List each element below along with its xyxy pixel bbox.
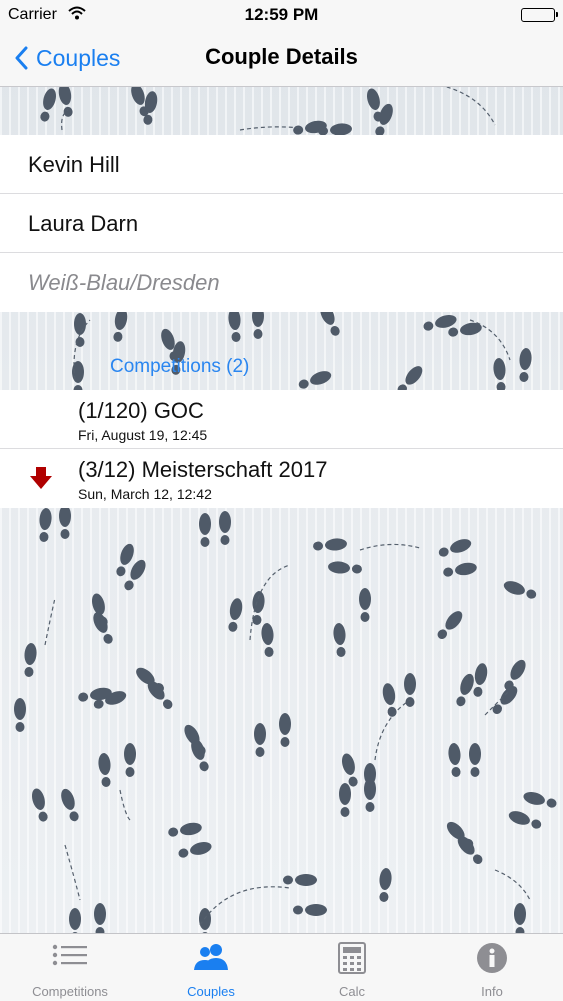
footprint-shape (519, 348, 532, 382)
footprint-shape (404, 673, 416, 707)
footprint-shape (364, 778, 376, 812)
footprint-shape (94, 903, 106, 937)
footprint-shape (457, 836, 483, 864)
partner2-cell: Laura Darn (0, 194, 563, 253)
footprint-shape (283, 874, 317, 886)
competition-date: Fri, August 19, 12:45 (78, 427, 208, 443)
footprint-shape (254, 723, 266, 757)
dance-path-line (359, 543, 421, 551)
footprint-shape (74, 313, 86, 347)
footprint-shape (456, 673, 474, 707)
footprint-shape (437, 611, 463, 639)
competition-date: Sun, March 12, 12:42 (78, 486, 212, 502)
club-cell: Weiß-Blau/Dresden (0, 253, 563, 312)
footprint-shape (93, 612, 113, 644)
dance-path-line (64, 844, 81, 901)
competition-row[interactable]: (1/120) GOC Fri, August 19, 12:45 (0, 390, 563, 449)
footprint-shape (279, 713, 291, 747)
dance-path-line (239, 126, 301, 131)
people-icon (193, 942, 229, 977)
footprint-shape (252, 591, 265, 625)
tab-label: Couples (187, 984, 235, 999)
status-bar: Carrier 12:59 PM (0, 0, 563, 30)
footprint-shape (24, 643, 37, 677)
footprint-shape (328, 561, 362, 574)
competitions-section-header: Competitions (2) (110, 356, 250, 377)
dance-path-line (494, 869, 531, 901)
competition-row[interactable]: (3/12) Meisterschaft 2017 Sun, March 12,… (0, 449, 563, 508)
footprint-shape (382, 683, 397, 717)
footprint-shape (313, 538, 347, 551)
footprint-shape (508, 811, 542, 829)
footprint-shape (379, 868, 392, 902)
calculator-icon (338, 942, 366, 979)
footprint-shape (333, 623, 346, 657)
footprint-shape (219, 511, 231, 545)
dance-path-line (119, 789, 131, 821)
footprint-shape (339, 783, 351, 817)
footprint-shape (178, 841, 212, 858)
footprint-shape (493, 358, 506, 392)
page-title: Couple Details (205, 44, 358, 69)
footprint-shape (14, 698, 26, 732)
footprint-shape (191, 738, 209, 772)
tab-label: Info (481, 984, 503, 999)
club-name: Weiß-Blau/Dresden (28, 270, 220, 295)
footprint-shape (438, 539, 472, 557)
down-arrow-icon (29, 466, 53, 495)
footprint-shape (58, 83, 73, 117)
tab-couples[interactable]: Couples (141, 934, 281, 1001)
competitions-list: (1/120) GOC Fri, August 19, 12:45 (3/12)… (0, 390, 563, 508)
footprint-shape (443, 562, 477, 577)
footprint-shape (359, 588, 371, 622)
tab-label: Competitions (32, 984, 108, 999)
footprint-shape (98, 753, 111, 787)
tab-calc[interactable]: Calc (282, 934, 422, 1001)
footprint-shape (31, 788, 48, 822)
footprint-shape (228, 598, 243, 632)
couple-info-section: Kevin Hill Laura Darn Weiß-Blau/Dresden (0, 135, 563, 312)
footprint-shape (298, 371, 332, 389)
footprint-shape (113, 308, 128, 342)
footprint-shape (469, 743, 481, 777)
footprint-shape (168, 822, 202, 837)
footprint-shape (124, 743, 136, 777)
dance-path-line (439, 84, 496, 126)
footprint-shape (39, 508, 52, 542)
list-icon (52, 942, 88, 977)
navigation-bar: Couples Couple Details (0, 30, 563, 87)
footprint-shape (341, 753, 358, 787)
footprint-shape (503, 581, 537, 599)
info-icon (476, 942, 508, 979)
competition-name: (3/12) Meisterschaft 2017 (78, 457, 328, 482)
footprint-shape (40, 88, 57, 122)
footprint-shape (448, 743, 461, 777)
dance-path-line (44, 597, 56, 646)
partner1-name: Kevin Hill (28, 152, 120, 177)
dance-path-line (199, 886, 291, 926)
tab-label: Calc (338, 984, 365, 999)
footprint-shape (199, 513, 211, 547)
battery-icon (521, 8, 558, 22)
tab-competitions[interactable]: Competitions (0, 934, 140, 1001)
footprint-shape (59, 505, 71, 539)
footprint-shape (514, 903, 526, 937)
footprint-shape (228, 308, 241, 342)
partner2-name: Laura Darn (28, 211, 139, 236)
tab-bar: Competitions Couples Calc Info (0, 933, 563, 1001)
footprint-shape (261, 623, 274, 657)
footprint-shape (293, 904, 327, 916)
footprint-shape (61, 788, 79, 822)
competition-name: (1/120) GOC (78, 398, 204, 423)
clock: 12:59 PM (244, 5, 319, 24)
footprint-shape (523, 791, 557, 808)
partner1-cell: Kevin Hill (0, 135, 563, 194)
tab-info[interactable]: Info (422, 934, 562, 1001)
